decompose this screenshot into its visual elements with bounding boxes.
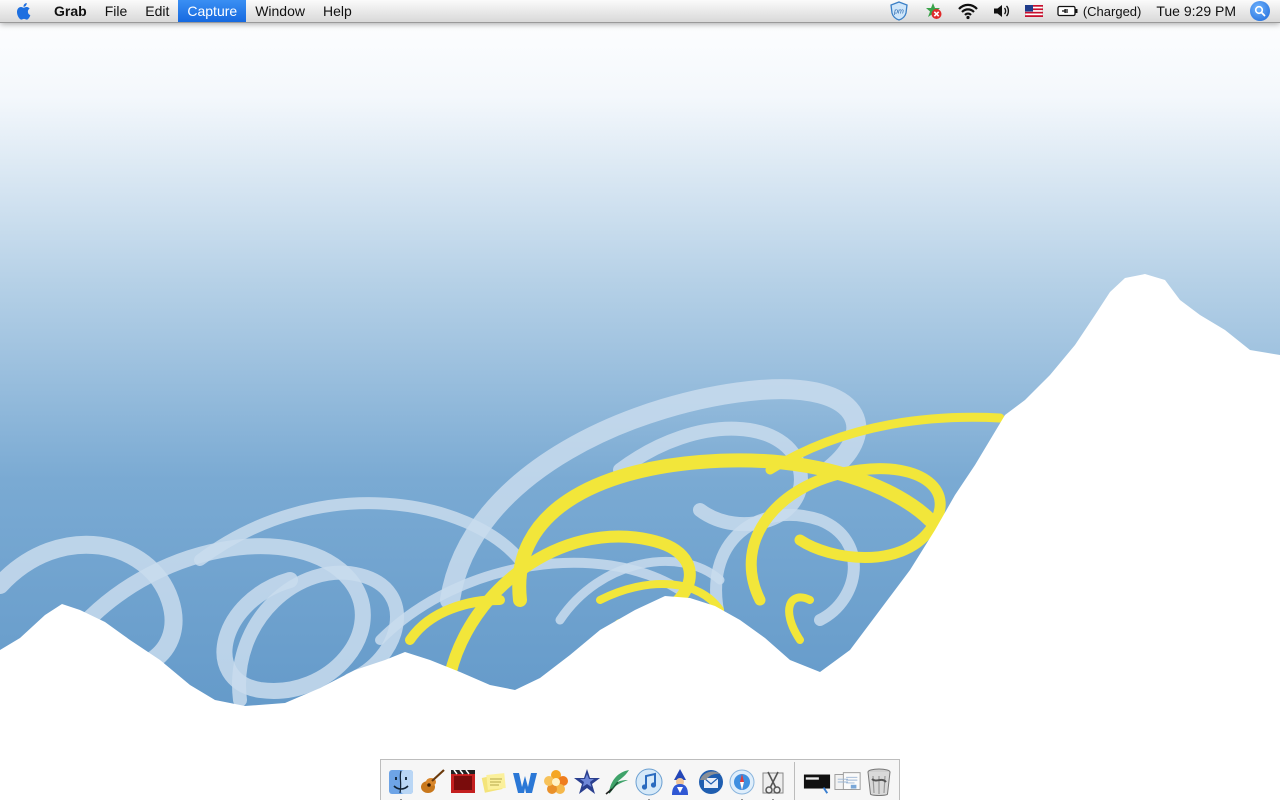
- documents-stack-icon: [833, 771, 861, 790]
- dock-separator: [794, 761, 795, 800]
- spotlight-icon: [1254, 5, 1266, 17]
- spotlight-button[interactable]: [1250, 1, 1270, 21]
- dock-item-stickies[interactable]: [480, 767, 508, 797]
- dock-item-grab[interactable]: [759, 767, 787, 800]
- menu-bar: Grab File Edit Capture Window Help pm (C…: [0, 0, 1280, 23]
- apple-menu[interactable]: [0, 0, 48, 22]
- menu-file[interactable]: File: [96, 0, 137, 22]
- dock-item-thunderbird[interactable]: [697, 767, 725, 797]
- menu-extra-clock[interactable]: Tue 9:29 PM: [1148, 0, 1244, 22]
- wifi-icon: [958, 3, 978, 20]
- pm-shield-icon: pm: [890, 1, 908, 21]
- dock-item-trash[interactable]: [865, 767, 893, 797]
- movie-clapper-icon: [450, 769, 475, 793]
- dock: [380, 759, 900, 800]
- dock-item-garageband[interactable]: [418, 767, 446, 797]
- dock-item-itunes[interactable]: [635, 767, 663, 800]
- dock-item-movie[interactable]: [449, 767, 477, 797]
- menu-help[interactable]: Help: [314, 0, 361, 22]
- desktop[interactable]: [0, 0, 1280, 800]
- dock-item-imovie[interactable]: [573, 767, 601, 797]
- menu-extra-volume[interactable]: [986, 0, 1018, 22]
- word-icon: [512, 772, 537, 793]
- menu-extra-wifi[interactable]: [950, 0, 986, 22]
- dock-item-documents[interactable]: [833, 767, 862, 797]
- menu-capture[interactable]: Capture: [178, 0, 247, 22]
- app-menu-grab[interactable]: Grab: [48, 0, 96, 22]
- menu-extra-pm[interactable]: pm: [882, 0, 916, 22]
- desktop-screen: Grab File Edit Capture Window Help pm (C…: [0, 0, 1280, 800]
- menu-extra-battery[interactable]: (Charged): [1050, 0, 1149, 22]
- volume-icon: [993, 5, 1009, 17]
- dock-item-safari[interactable]: [728, 767, 756, 800]
- blue-wizard-icon: [671, 768, 688, 795]
- grab-scissors-icon: [762, 771, 783, 794]
- garageband-icon: [420, 768, 445, 793]
- battery-status-text: (Charged): [1082, 3, 1142, 19]
- shield-x-icon: [925, 3, 942, 19]
- menu-extra-shield[interactable]: [916, 0, 950, 22]
- thunderbird-icon: [698, 769, 723, 794]
- feather-pen-icon: [604, 769, 629, 795]
- menu-edit[interactable]: Edit: [136, 0, 178, 22]
- dock-item-word[interactable]: [511, 767, 539, 797]
- menu-window[interactable]: Window: [246, 0, 314, 22]
- dock-item-wizard[interactable]: [666, 767, 694, 797]
- safari-icon: [729, 769, 754, 794]
- dock-item-photo[interactable]: [542, 767, 570, 797]
- wallpaper: [0, 0, 1280, 800]
- menu-extra-input-source[interactable]: [1018, 0, 1050, 22]
- trash-icon: [867, 768, 890, 796]
- us-flag-icon: [1024, 5, 1043, 17]
- dock-item-finder[interactable]: [387, 767, 415, 800]
- itunes-icon: [635, 768, 662, 795]
- photo-flower-icon: [543, 769, 568, 794]
- dock-item-terminal-doc[interactable]: [803, 767, 831, 797]
- stickies-icon: [481, 772, 506, 793]
- imovie-star-icon: [573, 768, 600, 794]
- terminal-doc-icon: [803, 774, 830, 794]
- svg-text:pm: pm: [893, 9, 904, 16]
- dock-item-feather[interactable]: [604, 767, 632, 797]
- battery-icon: [1057, 5, 1078, 17]
- finder-icon: [388, 769, 413, 794]
- apple-icon: [16, 3, 31, 20]
